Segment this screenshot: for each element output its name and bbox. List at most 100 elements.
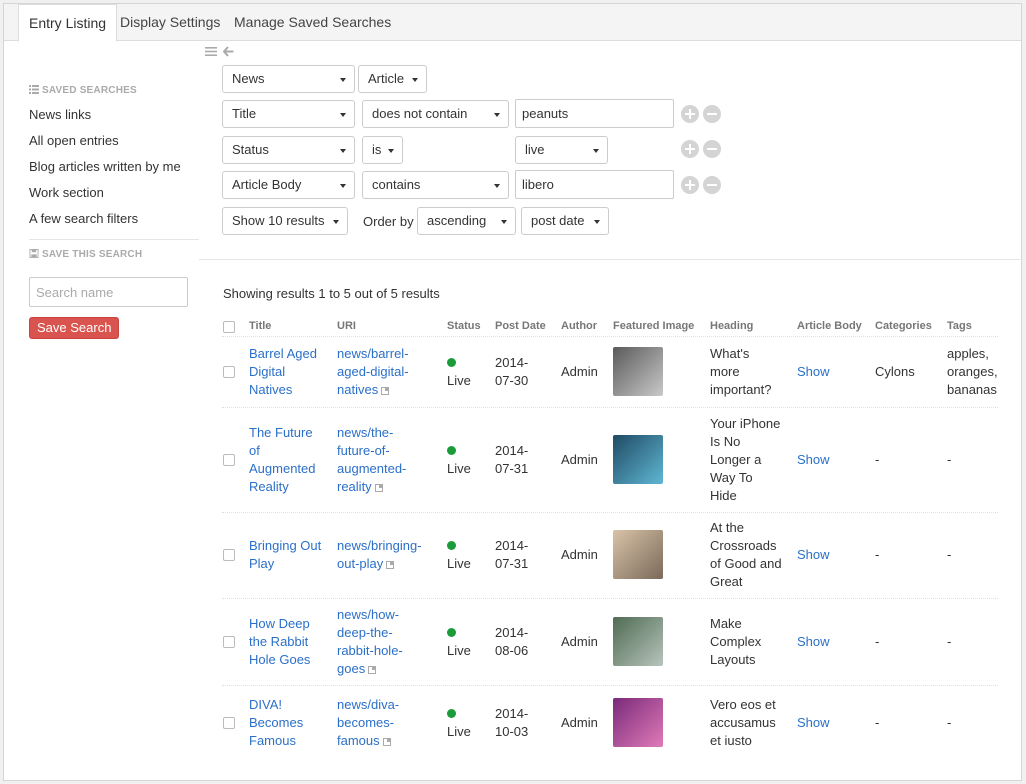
tab-manage-saved-searches[interactable]: Manage Saved Searches	[224, 4, 401, 41]
entry-uri-link[interactable]: news/the-future-of-augmented-reality	[337, 424, 437, 496]
tab-entry-listing[interactable]: Entry Listing	[18, 4, 118, 42]
add-filter-icon[interactable]	[681, 176, 699, 194]
entry-uri-line: news/the-	[337, 424, 394, 440]
article-body-show-link[interactable]: Show	[797, 451, 830, 469]
entry-title-link[interactable]: DIVA! Becomes Famous	[249, 696, 329, 750]
entry-uri-link[interactable]: news/barrel-aged-digital-natives	[337, 345, 437, 399]
featured-image-thumbnail[interactable]	[613, 530, 663, 579]
column-header-post-date[interactable]: Post Date	[495, 320, 546, 332]
saved-search-work-section[interactable]: Work section	[29, 185, 104, 200]
filter-field-select-1[interactable]: Title	[222, 100, 355, 128]
entry-heading-line: accusamus	[710, 715, 776, 730]
entry-post-date: 2014- 10-03	[495, 705, 528, 741]
external-link-icon[interactable]	[374, 483, 383, 492]
tab-display-settings[interactable]: Display Settings	[110, 4, 230, 41]
status-live-dot	[447, 709, 456, 718]
filter-field-value-3: Article Body	[232, 177, 302, 192]
column-header-uri[interactable]: URI	[337, 320, 356, 332]
entry-post-date-line: 2014-	[495, 706, 529, 721]
entry-type-select[interactable]: Article	[358, 65, 427, 93]
entry-title-link[interactable]: The Future of Augmented Reality	[249, 424, 329, 496]
save-search-button[interactable]: Save Search	[29, 317, 120, 339]
entry-heading: At the Crossroads of Good and Great	[710, 519, 794, 591]
row-checkbox[interactable]	[223, 453, 235, 466]
add-filter-icon[interactable]	[681, 140, 699, 158]
caret-down-icon	[412, 78, 418, 82]
entry-categories: -	[875, 547, 880, 562]
column-header-article-body[interactable]: Article Body	[797, 320, 862, 332]
row-divider	[222, 598, 998, 599]
remove-filter-icon[interactable]	[703, 176, 721, 194]
column-header-title[interactable]: Title	[249, 320, 271, 332]
article-body-show-link[interactable]: Show	[797, 633, 830, 651]
entry-tags: apples, oranges, bananas	[947, 345, 1003, 399]
entry-title-line: How Deep	[249, 615, 310, 631]
column-header-author[interactable]: Author	[561, 320, 597, 332]
order-field-select[interactable]: post date	[521, 207, 609, 235]
list-icon[interactable]	[205, 46, 217, 57]
filter-operator-select-3[interactable]: contains	[362, 171, 509, 199]
entry-title-line: Hole Goes	[249, 651, 311, 667]
featured-image-thumbnail[interactable]	[613, 347, 663, 396]
order-field-value: post date	[531, 213, 585, 228]
row-checkbox[interactable]	[223, 717, 235, 729]
article-body-show-link[interactable]: Show	[797, 546, 830, 564]
filter-operator-select-2[interactable]: is	[362, 136, 403, 164]
arrow-left-icon[interactable]	[223, 46, 234, 57]
row-checkbox[interactable]	[223, 366, 235, 378]
article-body-show-link[interactable]: Show	[797, 363, 830, 381]
status-live-dot	[447, 358, 456, 367]
featured-image-thumbnail[interactable]	[613, 698, 663, 747]
remove-filter-icon[interactable]	[703, 140, 721, 158]
saved-search-blog-articles[interactable]: Blog articles written by me	[29, 159, 181, 174]
entry-uri-link[interactable]: news/diva-becomes-famous	[337, 696, 437, 750]
row-checkbox[interactable]	[223, 549, 235, 561]
external-link-icon[interactable]	[386, 561, 395, 569]
order-direction-select[interactable]: ascending	[417, 207, 516, 235]
entry-title-line: Bringing Out	[249, 538, 322, 553]
entry-tag-line: bananas	[947, 382, 997, 397]
search-name-input[interactable]	[29, 277, 188, 307]
entry-uri-link[interactable]: news/how-deep-the-rabbit-hole-goes	[337, 606, 437, 678]
filter-value-input-1[interactable]	[515, 99, 674, 128]
article-body-show-link[interactable]: Show	[797, 714, 830, 732]
external-link-icon[interactable]	[382, 738, 391, 746]
entry-title-link[interactable]: Barrel Aged Digital Natives	[249, 345, 329, 399]
saved-search-all-open-entries[interactable]: All open entries	[29, 133, 119, 148]
entry-title-line: The Future	[249, 424, 313, 440]
column-header-status[interactable]: Status	[447, 320, 481, 332]
column-header-heading[interactable]: Heading	[710, 320, 753, 332]
channel-select[interactable]: News	[222, 65, 355, 93]
saved-search-news-links[interactable]: News links	[29, 107, 91, 122]
external-link-icon[interactable]	[368, 665, 377, 674]
saved-search-few-filters[interactable]: A few search filters	[29, 211, 138, 226]
filter-field-select-2[interactable]: Status	[222, 136, 355, 164]
featured-image-thumbnail[interactable]	[613, 434, 663, 484]
entry-heading-line: Make	[710, 615, 742, 631]
featured-image-thumbnail[interactable]	[613, 616, 663, 666]
column-header-featured-image[interactable]: Featured Image	[613, 320, 694, 332]
remove-filter-icon[interactable]	[703, 105, 721, 123]
floppy-disk-icon	[29, 249, 39, 258]
filter-operator-select-1[interactable]: does not contain	[362, 100, 509, 128]
entry-tags: -	[947, 633, 1003, 651]
results-per-page-select[interactable]: Show 10 results	[222, 207, 348, 235]
entry-tag-line: -	[947, 715, 952, 730]
column-header-tags[interactable]: Tags	[947, 320, 972, 332]
entry-title-link[interactable]: How Deep the Rabbit Hole Goes	[249, 615, 329, 669]
column-header-categories[interactable]: Categories	[875, 320, 932, 332]
filter-value-input-3[interactable]	[515, 170, 674, 199]
add-filter-icon[interactable]	[681, 105, 699, 123]
row-checkbox[interactable]	[223, 635, 235, 648]
entry-post-date-line: 2014-	[495, 624, 529, 640]
entry-uri-link[interactable]: news/bringing-out-play	[337, 537, 437, 573]
entry-author: Admin	[561, 715, 598, 730]
caret-down-icon	[594, 220, 600, 224]
select-all-checkbox[interactable]	[223, 321, 235, 333]
entry-status: Live	[447, 460, 471, 476]
external-link-icon[interactable]	[381, 387, 390, 395]
filter-value-select-2[interactable]: live	[515, 136, 608, 164]
filter-field-select-3[interactable]: Article Body	[222, 171, 355, 199]
entry-title-link[interactable]: Bringing Out Play	[249, 537, 329, 573]
entry-title-line: DIVA!	[249, 697, 282, 712]
